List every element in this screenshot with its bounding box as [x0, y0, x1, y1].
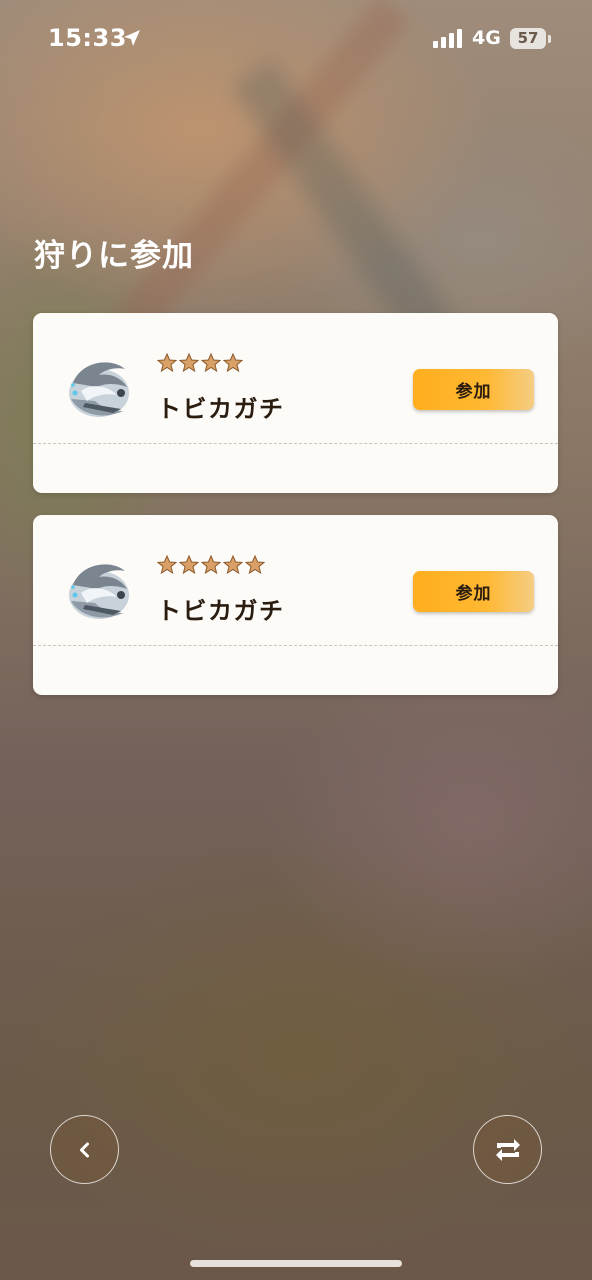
- star-icon: [245, 555, 266, 575]
- join-button[interactable]: 参加: [413, 369, 534, 410]
- star-icon: [201, 555, 222, 575]
- page-title: 狩りに参加: [34, 238, 194, 274]
- hunt-card: トビカガチ 参加: [33, 515, 558, 695]
- tobikagachi-icon: [69, 362, 129, 417]
- signal-icon: [433, 29, 463, 48]
- tobikagachi-icon: [69, 564, 129, 619]
- chevron-left-icon: [79, 1142, 89, 1157]
- star-icon: [201, 353, 222, 373]
- join-button[interactable]: 参加: [413, 571, 534, 612]
- monster-name: トビカガチ: [157, 597, 285, 625]
- star-icon: [179, 555, 200, 575]
- location-arrow-icon: [124, 30, 140, 46]
- card-divider: [33, 443, 558, 444]
- battery-icon: 57: [510, 28, 546, 49]
- star-icon: [157, 555, 177, 575]
- home-indicator: [190, 1260, 402, 1267]
- network-type: 4G: [472, 27, 501, 49]
- back-button[interactable]: [50, 1115, 119, 1184]
- star-rating: [157, 353, 244, 377]
- star-icon: [223, 353, 244, 373]
- star-icon: [179, 353, 200, 373]
- swap-arrows-icon: [495, 1138, 520, 1161]
- star-icon: [223, 555, 244, 575]
- monster-name: トビカガチ: [157, 395, 285, 423]
- star-icon: [157, 353, 177, 373]
- status-bar: 15:33 4G 57: [0, 0, 592, 80]
- status-time: 15:33: [48, 24, 127, 52]
- card-divider: [33, 645, 558, 646]
- hunt-card: トビカガチ 参加: [33, 313, 558, 493]
- star-rating: [157, 555, 266, 579]
- refresh-button[interactable]: [473, 1115, 542, 1184]
- battery-tip: [548, 35, 551, 43]
